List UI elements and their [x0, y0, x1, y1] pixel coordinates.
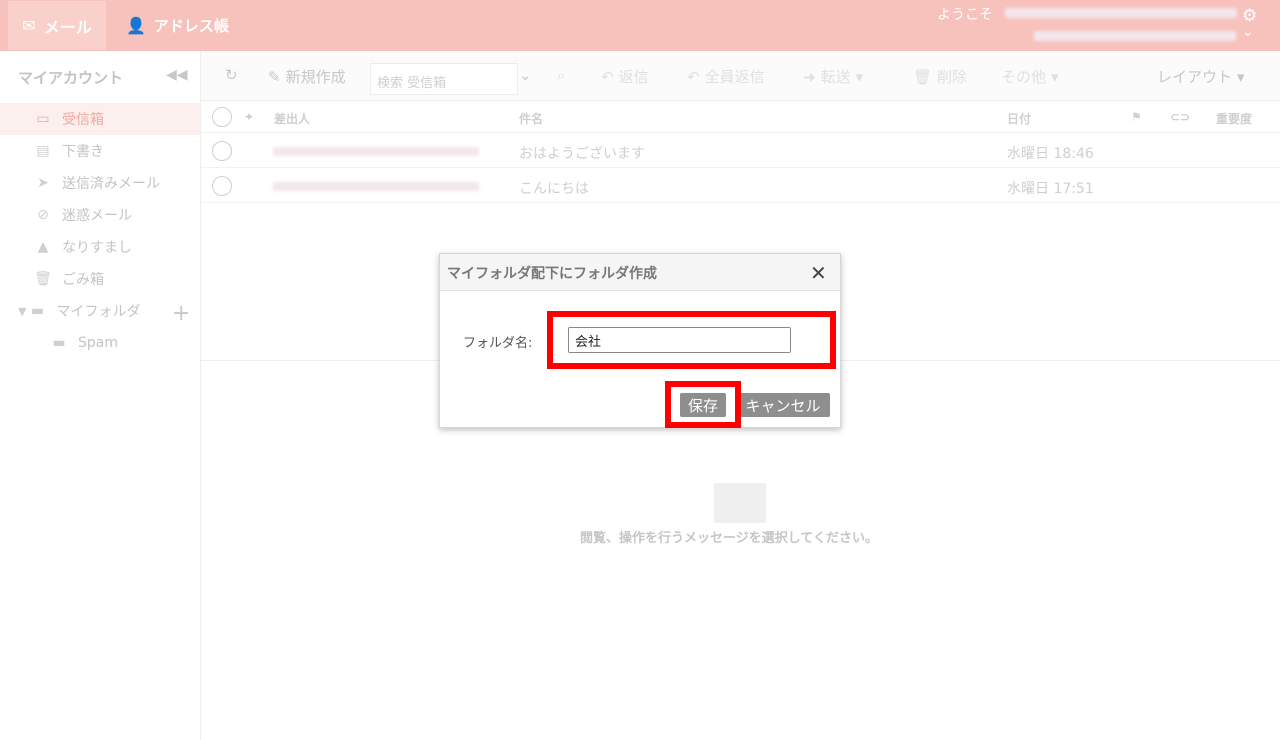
table-row[interactable]: こんにちは 水曜日 17:51: [201, 169, 1280, 203]
attachment-icon[interactable]: ⊂⊃: [1170, 110, 1190, 124]
tab-address-label: アドレス帳: [153, 17, 229, 35]
pin-icon: ✦: [244, 110, 255, 124]
sidebar-item-label: 迷惑メール: [62, 208, 132, 224]
spam-icon: ⊘: [37, 207, 49, 223]
row-checkbox[interactable]: [212, 141, 232, 161]
toolbar: ↻ ✎ 新規作成 検索 受信箱 ⌄ ⌕ ↶ 返信 ↶ 全員返信 ➜ 転送 ▾ 🗑 削除 そ…: [201, 51, 1280, 101]
search-scope-chevron-icon[interactable]: ⌄: [519, 66, 532, 84]
trash-icon: 🗑: [913, 67, 933, 86]
tab-mail[interactable]: ✉ メール: [8, 1, 106, 50]
search-input[interactable]: 検索 受信箱: [370, 63, 518, 95]
envelope-icon: [714, 483, 766, 523]
sidebar-item-label: 受信箱: [62, 112, 104, 128]
sidebar-item-spam-folder[interactable]: ▬ Spam: [0, 327, 200, 359]
row-subject: おはようございます: [519, 146, 645, 162]
sidebar-item-label: 送信済みメール: [62, 176, 160, 192]
chevron-down-icon[interactable]: ⌄: [1242, 24, 1254, 40]
welcome-text: ようこそ: [937, 7, 993, 23]
sidebar-item-label: なりすまし: [62, 240, 132, 256]
dialog-title: マイフォルダ配下にフォルダ作成: [447, 266, 657, 282]
person-icon: 👤: [126, 16, 146, 35]
select-all-checkbox[interactable]: [212, 107, 232, 127]
row-subject: こんにちは: [519, 181, 589, 197]
dropdown-icon: ▾: [855, 67, 864, 86]
user-name-redacted: [1005, 8, 1237, 18]
flag-icon[interactable]: ⚑: [1131, 110, 1142, 124]
folder-icon: ▬: [30, 303, 45, 319]
sidebar-item-label: マイフォルダ: [56, 304, 141, 320]
row-date: 水曜日 17:51: [1007, 181, 1094, 197]
reply-all-icon: ↶: [687, 67, 700, 86]
other-button[interactable]: その他 ▾: [1001, 66, 1059, 87]
sidebar-item-label: 下書き: [62, 144, 104, 160]
dialog-header: マイフォルダ配下にフォルダ作成 ✕: [440, 254, 840, 291]
row-checkbox[interactable]: [212, 176, 232, 196]
sent-icon: ➤: [37, 175, 49, 191]
sidebar: マイアカウント ◀◀ ▭ 受信箱 ▤ 下書き ➤ 送信済みメール ⊘ 迷惑メール…: [0, 51, 201, 740]
draft-icon: ▤: [36, 143, 50, 159]
delete-button[interactable]: 🗑 削除: [913, 66, 967, 87]
dropdown-icon: ▾: [1051, 67, 1059, 86]
column-priority[interactable]: 重要度: [1216, 110, 1252, 127]
sidebar-item-inbox[interactable]: ▭ 受信箱: [0, 103, 200, 135]
sidebar-item-sent[interactable]: ➤ 送信済みメール: [0, 167, 200, 199]
trash-icon: 🗑: [34, 271, 52, 287]
cancel-button[interactable]: キャンセル: [736, 393, 830, 417]
sidebar-item-spam[interactable]: ⊘ 迷惑メール: [0, 199, 200, 231]
reply-all-button[interactable]: ↶ 全員返信: [687, 66, 765, 87]
refresh-icon[interactable]: ↻: [225, 66, 238, 84]
top-bar: ✉ メール 👤 アドレス帳 ようこそ ⚙ ⌄: [0, 0, 1280, 51]
sidebar-item-label: Spam: [78, 335, 118, 351]
search-icon[interactable]: ⌕: [557, 66, 565, 84]
sidebar-item-drafts[interactable]: ▤ 下書き: [0, 135, 200, 167]
layout-button[interactable]: レイアウト ▾: [1157, 66, 1245, 87]
tab-address-book[interactable]: 👤 アドレス帳: [126, 1, 229, 50]
gear-icon[interactable]: ⚙: [1242, 6, 1257, 26]
folder-icon: ▬: [52, 335, 66, 351]
table-row[interactable]: おはようございます 水曜日 18:46: [201, 134, 1280, 168]
message-list-header: ✦ 差出人 件名 日付 ⚑ ⊂⊃ 重要度: [201, 101, 1280, 133]
column-sender[interactable]: 差出人: [274, 110, 310, 127]
forward-icon: ➜: [803, 67, 816, 86]
envelope-icon: ✉: [22, 16, 36, 35]
tab-mail-label: メール: [43, 17, 92, 37]
reply-button[interactable]: ↶ 返信: [601, 66, 649, 87]
folder-name-label: フォルダ名:: [463, 336, 533, 351]
new-message-button[interactable]: ✎ 新規作成: [268, 66, 346, 87]
user-email-redacted: [1034, 31, 1236, 41]
add-folder-button[interactable]: +: [172, 301, 190, 326]
column-date[interactable]: 日付: [1007, 110, 1031, 127]
close-icon[interactable]: ✕: [810, 261, 827, 285]
sidebar-item-myfolder[interactable]: ▼ ▬ マイフォルダ: [0, 295, 200, 327]
reply-icon: ↶: [601, 67, 614, 86]
inbox-icon: ▭: [36, 111, 50, 127]
column-subject[interactable]: 件名: [519, 110, 543, 127]
preview-empty-text: 閲覧、操作を行うメッセージを選択してください。: [580, 531, 878, 546]
triangle-down-icon[interactable]: ▼: [18, 305, 26, 318]
edit-icon: ✎: [268, 67, 281, 86]
sender-redacted: [273, 182, 479, 191]
sidebar-item-spoofing[interactable]: ▲ なりすまし: [0, 231, 200, 263]
sidebar-item-label: ごみ箱: [62, 272, 104, 288]
warning-icon: ▲: [37, 239, 49, 255]
forward-button[interactable]: ➜ 転送 ▾: [803, 66, 863, 87]
save-highlight-box: [665, 381, 741, 428]
collapse-icon[interactable]: ◀◀: [166, 67, 188, 83]
sidebar-item-trash[interactable]: 🗑 ごみ箱: [0, 263, 200, 295]
dropdown-icon: ▾: [1237, 67, 1245, 86]
sidebar-title: マイアカウント: [18, 69, 124, 87]
sender-redacted: [273, 147, 479, 156]
row-date: 水曜日 18:46: [1007, 146, 1094, 162]
input-highlight-box: [547, 311, 836, 369]
